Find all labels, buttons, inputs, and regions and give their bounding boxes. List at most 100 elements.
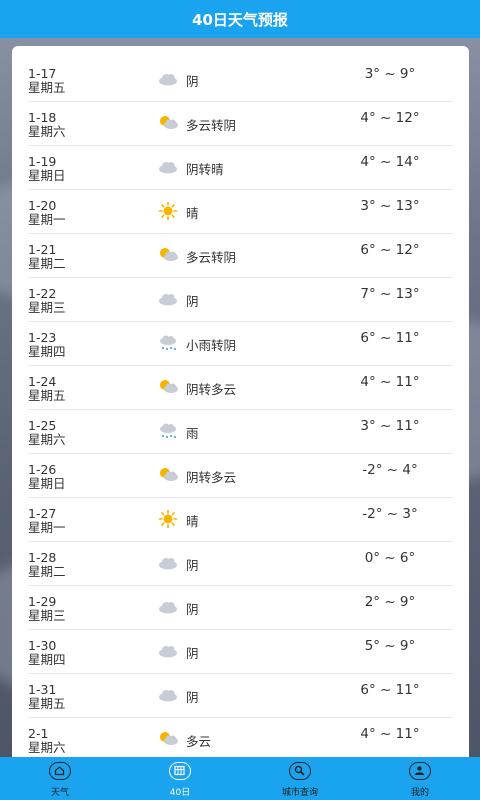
cloudy-icon xyxy=(157,290,179,308)
forecast-temperature: -2° ~ 3° xyxy=(362,506,418,522)
tab-search[interactable]: 城市查询 xyxy=(240,757,360,800)
rain-icon xyxy=(157,422,179,440)
sunny-icon xyxy=(157,201,179,221)
forecast-condition: 阴 xyxy=(186,74,199,89)
forecast-date: 1-25 xyxy=(28,418,57,433)
home-icon xyxy=(49,762,71,780)
partly-cloudy-icon xyxy=(157,466,179,484)
forecast-row: 1-20 星期一 晴 3° ~ 13° xyxy=(28,190,453,234)
partly-cloudy-icon xyxy=(157,114,179,132)
tab-calendar[interactable]: 40日 xyxy=(120,757,240,800)
calendar-icon xyxy=(169,762,191,780)
forecast-weekday: 星期四 xyxy=(28,652,66,667)
forecast-weekday: 星期三 xyxy=(28,300,66,315)
forecast-temperature: 3° ~ 11° xyxy=(360,418,420,434)
forecast-date: 2-1 xyxy=(28,726,49,741)
forecast-temperature: -2° ~ 4° xyxy=(362,462,418,478)
forecast-temperature: 4° ~ 11° xyxy=(360,726,420,742)
forecast-condition: 阴 xyxy=(186,690,199,705)
tab-home[interactable]: 天气 xyxy=(0,757,120,800)
forecast-weekday: 星期二 xyxy=(28,256,66,271)
page-title: 40日天气预报 xyxy=(192,10,288,29)
forecast-condition: 晴 xyxy=(186,514,199,529)
bottom-nav: 天气 40日 城市查询 我的 xyxy=(0,757,480,800)
forecast-date: 1-26 xyxy=(28,462,57,477)
forecast-condition: 阴 xyxy=(186,646,199,661)
forecast-weekday: 星期六 xyxy=(28,740,66,755)
tab-label: 我的 xyxy=(410,788,429,798)
forecast-temperature: 0° ~ 6° xyxy=(364,550,416,566)
forecast-condition: 阴转多云 xyxy=(186,382,237,397)
forecast-date: 1-18 xyxy=(28,110,57,125)
cloudy-icon xyxy=(157,70,179,88)
forecast-row: 1-30 星期四 阴 5° ~ 9° xyxy=(28,630,453,674)
forecast-temperature: 2° ~ 9° xyxy=(364,594,416,610)
forecast-weekday: 星期一 xyxy=(28,520,66,535)
forecast-condition: 阴 xyxy=(186,294,199,309)
forecast-row: 1-23 星期四 小雨转阴 6° ~ 11° xyxy=(28,322,453,366)
forecast-weekday: 星期日 xyxy=(28,168,66,183)
forecast-row: 1-18 星期六 多云转阴 4° ~ 12° xyxy=(28,102,453,146)
forecast-condition: 晴 xyxy=(186,206,199,221)
forecast-date: 1-20 xyxy=(28,198,57,213)
forecast-temperature: 4° ~ 14° xyxy=(360,154,420,170)
search-icon xyxy=(289,762,311,780)
forecast-condition: 小雨转阴 xyxy=(186,338,237,353)
forecast-temperature: 6° ~ 11° xyxy=(360,330,420,346)
forecast-date: 1-30 xyxy=(28,638,57,653)
partly-cloudy-icon xyxy=(157,246,179,264)
forecast-row: 1-31 星期五 阴 6° ~ 11° xyxy=(28,674,453,718)
forecast-row: 1-21 星期二 多云转阴 6° ~ 12° xyxy=(28,234,453,278)
forecast-row: 1-25 星期六 雨 3° ~ 11° xyxy=(28,410,453,454)
forecast-weekday: 星期一 xyxy=(28,212,66,227)
forecast-row: 2-1 星期六 多云 4° ~ 11° xyxy=(28,718,453,762)
forecast-date: 1-29 xyxy=(28,594,57,609)
tab-label: 40日 xyxy=(169,788,191,798)
forecast-row: 1-24 星期五 阴转多云 4° ~ 11° xyxy=(28,366,453,410)
forecast-list: 1-17 星期五 阴 3° ~ 9° 1-18 星期六 多云转阴 4° ~ 12… xyxy=(28,58,453,762)
forecast-condition: 雨 xyxy=(186,426,199,441)
forecast-weekday: 星期二 xyxy=(28,564,66,579)
forecast-weekday: 星期四 xyxy=(28,344,66,359)
forecast-temperature: 3° ~ 9° xyxy=(364,66,416,82)
forecast-date: 1-19 xyxy=(28,154,57,169)
forecast-weekday: 星期三 xyxy=(28,608,66,623)
forecast-temperature: 7° ~ 13° xyxy=(360,286,420,302)
cloudy-icon xyxy=(157,598,179,616)
forecast-condition: 阴转晴 xyxy=(186,162,224,177)
tab-user[interactable]: 我的 xyxy=(360,757,480,800)
forecast-temperature: 6° ~ 12° xyxy=(360,242,420,258)
forecast-date: 1-22 xyxy=(28,286,57,301)
partly-cloudy-icon xyxy=(157,730,179,748)
forecast-row: 1-19 星期日 阴转晴 4° ~ 14° xyxy=(28,146,453,190)
forecast-date: 1-24 xyxy=(28,374,57,389)
cloudy-icon xyxy=(157,642,179,660)
forecast-weekday: 星期五 xyxy=(28,696,66,711)
forecast-condition: 多云转阴 xyxy=(186,118,237,133)
forecast-row: 1-27 星期一 晴 -2° ~ 3° xyxy=(28,498,453,542)
forecast-weekday: 星期五 xyxy=(28,388,66,403)
forecast-temperature: 5° ~ 9° xyxy=(364,638,416,654)
forecast-temperature: 6° ~ 11° xyxy=(360,682,420,698)
forecast-row: 1-26 星期日 阴转多云 -2° ~ 4° xyxy=(28,454,453,498)
forecast-condition: 阴 xyxy=(186,558,199,573)
forecast-date: 1-17 xyxy=(28,66,57,81)
rain-icon xyxy=(157,334,179,352)
forecast-card[interactable]: 1-17 星期五 阴 3° ~ 9° 1-18 星期六 多云转阴 4° ~ 12… xyxy=(12,46,469,766)
forecast-row: 1-22 星期三 阴 7° ~ 13° xyxy=(28,278,453,322)
forecast-row: 1-29 星期三 阴 2° ~ 9° xyxy=(28,586,453,630)
forecast-row: 1-17 星期五 阴 3° ~ 9° xyxy=(28,58,453,102)
forecast-weekday: 星期日 xyxy=(28,476,66,491)
forecast-weekday: 星期六 xyxy=(28,124,66,139)
forecast-temperature: 4° ~ 11° xyxy=(360,374,420,390)
cloudy-icon xyxy=(157,158,179,176)
tab-label: 城市查询 xyxy=(281,788,318,798)
forecast-temperature: 4° ~ 12° xyxy=(360,110,420,126)
forecast-weekday: 星期五 xyxy=(28,80,66,95)
forecast-temperature: 3° ~ 13° xyxy=(360,198,420,214)
forecast-date: 1-23 xyxy=(28,330,57,345)
forecast-date: 1-21 xyxy=(28,242,57,257)
header-bar: 40日天气预报 xyxy=(0,0,480,38)
forecast-condition: 阴 xyxy=(186,602,199,617)
forecast-condition: 多云 xyxy=(186,734,212,749)
